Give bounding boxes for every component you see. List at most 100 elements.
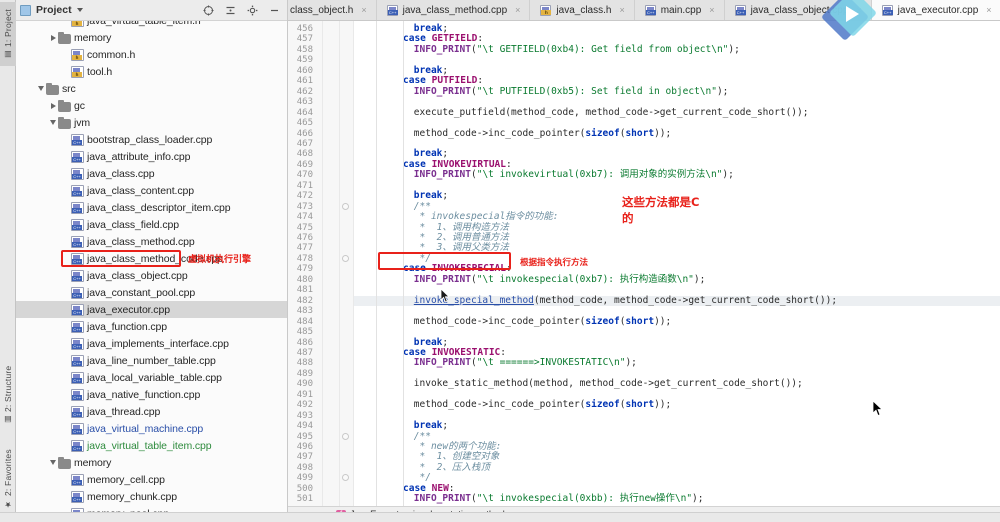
code-line[interactable]: method_code->inc_code_pointer(sizeof(sho… [354, 128, 1000, 140]
chevron-right-icon[interactable] [48, 34, 58, 41]
chevron-right-icon[interactable] [48, 102, 58, 109]
code-line[interactable]: INFO_PRINT("\t invokespecial(0xbb): 执行ne… [354, 494, 1000, 505]
tree-item[interactable]: java_virtual_table_item.h [16, 21, 287, 29]
h-file-icon [71, 48, 84, 61]
tree-item[interactable]: common.h [16, 46, 287, 63]
tree-item[interactable]: src [16, 80, 287, 97]
code-line[interactable]: INFO_PRINT("\t GETFIELD(0xb4): Get field… [354, 44, 1000, 56]
tree-item-label: java_executor.cpp [87, 303, 170, 316]
tree-item[interactable]: gc [16, 97, 287, 114]
tree-item[interactable]: jvm [16, 114, 287, 131]
code-line[interactable] [354, 139, 1000, 150]
code-text-area[interactable]: break; case GETFIELD: INFO_PRINT("\t GETFI… [354, 21, 1000, 506]
code-line[interactable]: method_code->inc_code_pointer(sizeof(sho… [354, 399, 1000, 411]
tree-item[interactable]: java_class_method.cpp [16, 233, 287, 250]
close-icon[interactable]: × [709, 5, 714, 15]
tree-item[interactable]: java_class_content.cpp [16, 182, 287, 199]
tree-item[interactable]: java_class_descriptor_item.cpp [16, 199, 287, 216]
tool-tab-project[interactable]: ▥ 1: Project [0, 2, 16, 66]
minimize-icon[interactable] [266, 2, 283, 19]
tool-tab-favorites[interactable]: ★ 2: Favorites [0, 438, 16, 520]
editor-tab[interactable]: class_object.h × [288, 0, 377, 20]
code-line[interactable]: INFO_PRINT("\t invokevirtual(0xb7): 调用对象… [354, 170, 1000, 181]
tree-item[interactable]: java_executor.cpp [16, 301, 287, 318]
tree-item[interactable]: java_class_method_code.cpp [16, 250, 287, 267]
tool-tab-structure-label: 2: Structure [3, 365, 13, 413]
code-line[interactable]: * 2、压入栈顶 [354, 462, 1000, 474]
editor-tab[interactable]: main.cpp × [634, 0, 725, 20]
tree-item[interactable]: java_class_field.cpp [16, 216, 287, 233]
code-line[interactable] [354, 411, 1000, 422]
code-line[interactable]: INFO_PRINT("\t PUTFIELD(0xb5): Set field… [354, 86, 1000, 98]
tree-item[interactable]: memory [16, 29, 287, 46]
tree-item-label: java_thread.cpp [87, 405, 161, 418]
close-icon[interactable]: × [361, 5, 366, 15]
tree-item-label: java_class.cpp [87, 167, 155, 180]
editor-tab[interactable]: java_class_method.cpp × [376, 0, 531, 20]
code-fold-marker[interactable] [342, 202, 349, 210]
tree-item[interactable]: tool.h [16, 63, 287, 80]
code-line[interactable]: INFO_PRINT("\t invokespecial(0xb7): 执行构造… [354, 274, 1000, 286]
locate-icon[interactable] [200, 2, 217, 19]
tool-tab-structure[interactable]: ▤ 2: Structure [0, 360, 16, 430]
close-icon[interactable]: × [986, 5, 991, 15]
tree-item[interactable]: java_virtual_table_item.cpp [16, 437, 287, 454]
editor-tab[interactable]: java_class_object.cpp × [724, 0, 872, 20]
tree-item[interactable]: java_native_function.cpp [16, 386, 287, 403]
tree-item[interactable]: java_constant_pool.cpp [16, 284, 287, 301]
code-line[interactable]: * 3、调用父类方法 [354, 243, 1000, 254]
line-number-gutter[interactable]: 456 457 458 459 460 461 462 463 464 465 466 467 468 4… [288, 21, 354, 506]
cpp-file-icon [71, 320, 84, 333]
code-line[interactable]: execute_putfield(method_code, method_cod… [354, 107, 1000, 119]
code-line[interactable] [354, 118, 1000, 129]
close-icon[interactable]: × [619, 5, 624, 15]
gear-icon[interactable] [244, 2, 261, 19]
tree-item[interactable]: bootstrap_class_loader.cpp [16, 131, 287, 148]
line-number: 501 [296, 494, 313, 505]
code-line[interactable] [354, 327, 1000, 338]
close-icon[interactable]: × [515, 5, 520, 15]
code-fold-marker[interactable] [342, 432, 349, 440]
chevron-down-icon[interactable] [76, 8, 83, 12]
close-icon[interactable]: × [856, 5, 861, 15]
tree-item[interactable]: memory_chunk.cpp [16, 488, 287, 505]
collapse-all-icon[interactable] [222, 2, 239, 19]
ide-window: ▥ 1: Project ▤ 2: Structure ★ 2: Favorit… [0, 0, 1000, 522]
tree-item[interactable]: java_thread.cpp [16, 403, 287, 420]
tree-item[interactable]: memory [16, 454, 287, 471]
code-line[interactable]: method_code->inc_code_pointer(sizeof(sho… [354, 316, 1000, 328]
tree-item-label: java_local_variable_table.cpp [87, 371, 222, 384]
code-line[interactable]: break; [354, 420, 1000, 432]
code-line[interactable] [354, 181, 1000, 192]
cpp-file-icon [71, 371, 84, 384]
h-file-icon [71, 65, 84, 78]
chevron-down-icon[interactable] [48, 120, 58, 125]
cpp-file-icon [644, 4, 656, 16]
code-line[interactable]: invoke_special_method(method_code, metho… [354, 295, 1000, 307]
code-line[interactable]: break; [354, 190, 1000, 202]
tree-item[interactable]: java_implements_interface.cpp [16, 335, 287, 352]
code-fold-marker[interactable] [342, 254, 349, 262]
editor-tab[interactable]: java_executor.cpp × [871, 0, 1000, 20]
project-panel-title: Project [36, 4, 72, 16]
tree-item[interactable]: memory_cell.cpp [16, 471, 287, 488]
code-line[interactable]: INFO_PRINT("\t ======>INVOKESTATIC\n"); [354, 358, 1000, 369]
bottom-tool-strip[interactable] [0, 512, 1000, 522]
tree-item[interactable]: java_line_number_table.cpp [16, 352, 287, 369]
line-number: 491 [296, 389, 313, 400]
tree-item[interactable]: java_attribute_info.cpp [16, 148, 287, 165]
code-fold-marker[interactable] [342, 474, 349, 482]
line-number: 462 [296, 86, 313, 97]
code-line[interactable] [354, 55, 1000, 66]
editor-tab-bar[interactable]: class_object.h×java_class_method.cpp×jav… [288, 0, 1000, 21]
tree-item[interactable]: java_class.cpp [16, 165, 287, 182]
tree-item[interactable]: java_local_variable_table.cpp [16, 369, 287, 386]
tree-item[interactable]: java_class_object.cpp [16, 267, 287, 284]
chevron-down-icon[interactable] [36, 86, 46, 91]
editor-tab[interactable]: java_class.h × [530, 0, 635, 20]
project-file-tree[interactable]: java_virtual_table_item.hmemory common.h t… [16, 21, 287, 522]
tree-item[interactable]: java_function.cpp [16, 318, 287, 335]
tree-item[interactable]: java_virtual_machine.cpp [16, 420, 287, 437]
code-line[interactable]: invoke_static_method(method, method_code… [354, 379, 1000, 390]
chevron-down-icon[interactable] [48, 460, 58, 465]
